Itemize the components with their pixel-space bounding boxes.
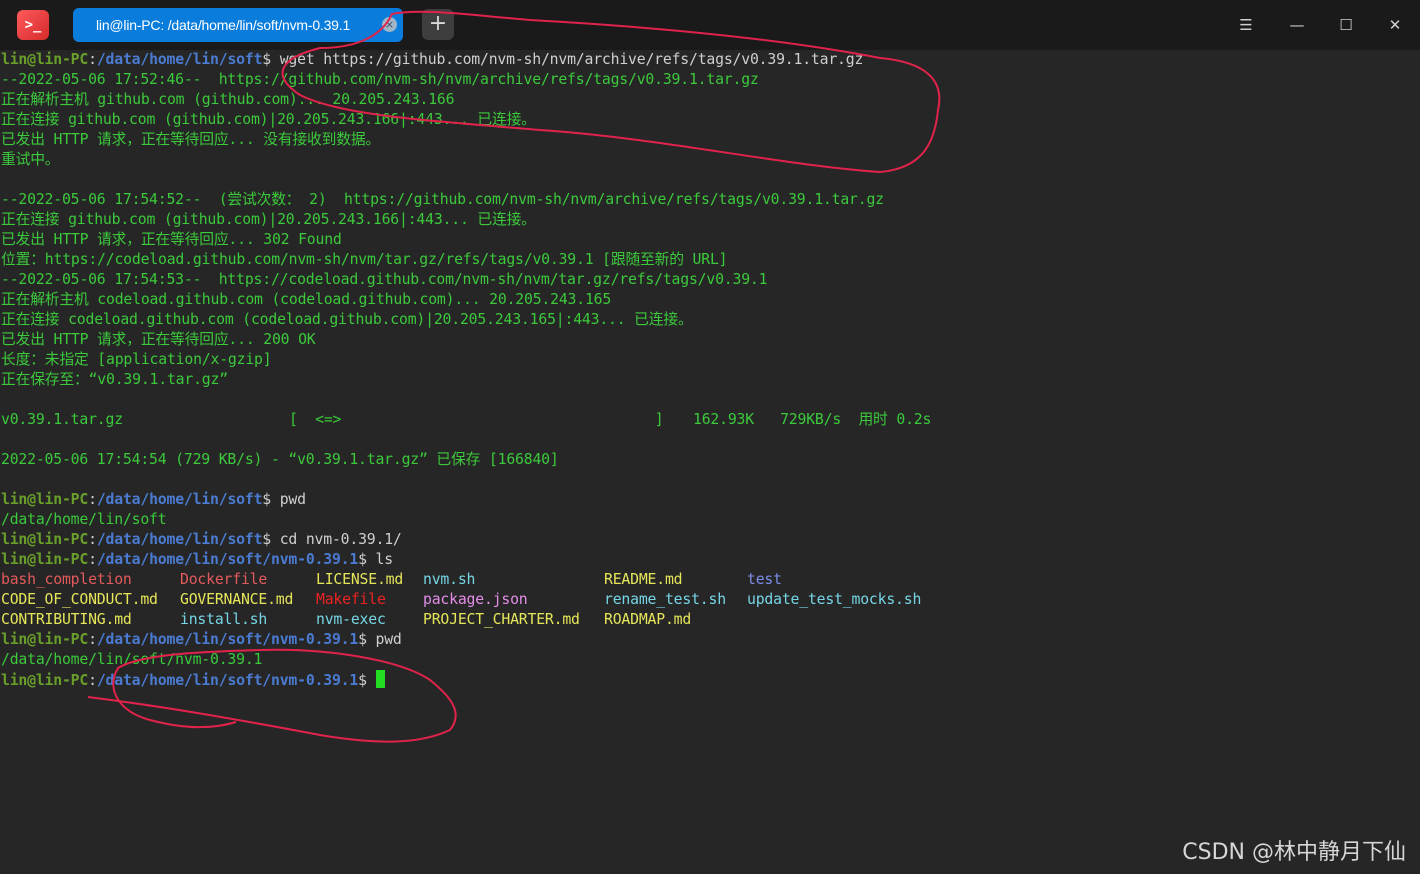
annotation-circle-bottom <box>87 648 457 743</box>
annotation-circle-top <box>281 10 941 174</box>
watermark: CSDN @林中静月下仙 <box>1182 840 1406 865</box>
red-annotation-overlay <box>87 10 941 743</box>
